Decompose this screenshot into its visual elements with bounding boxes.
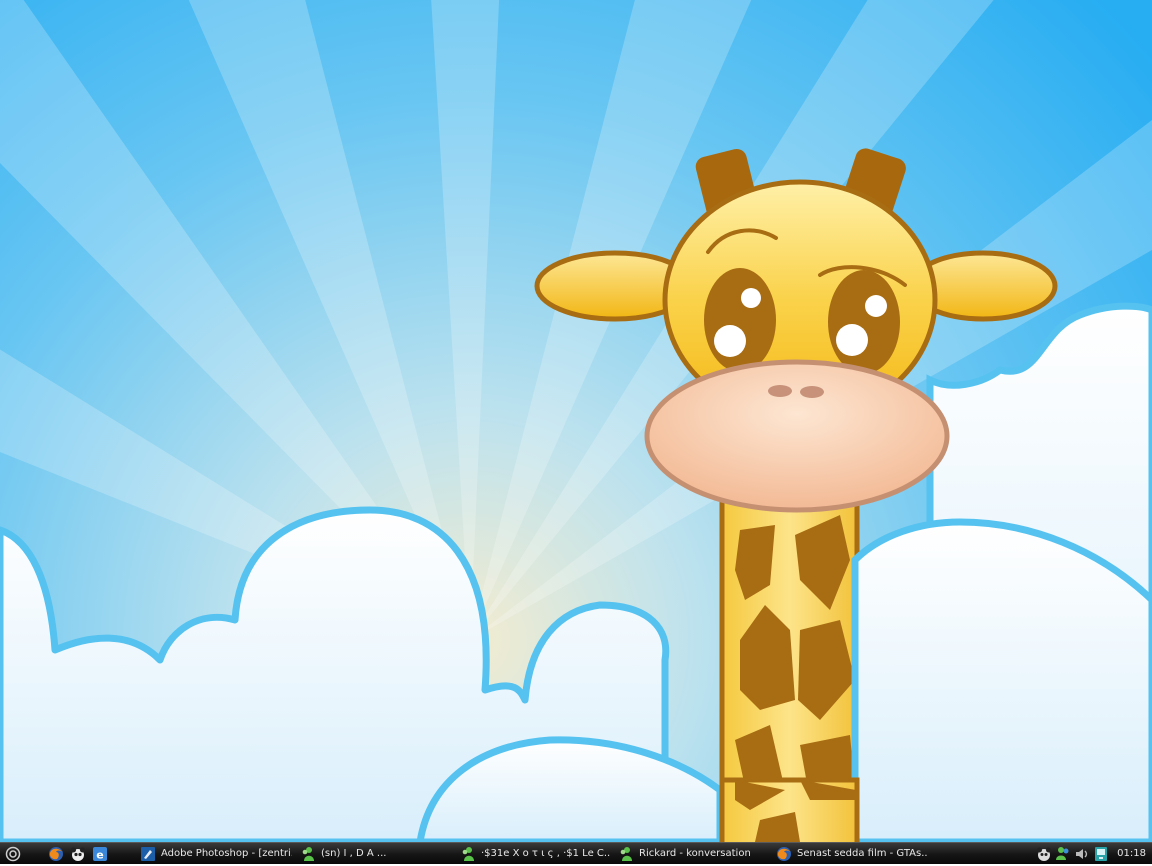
taskbar-button-1[interactable]: Adobe Photoshop - [zentri... xyxy=(136,843,296,864)
taskbar-button-label: ·$31e Χ ο τ ι ς , ·$1 Le C... xyxy=(481,848,610,859)
firefox-icon xyxy=(776,846,792,862)
svg-text:e: e xyxy=(96,848,103,861)
volume-tray-icon[interactable] xyxy=(1074,846,1090,862)
taskbar-button-3[interactable]: ·$31e Χ ο τ ι ς , ·$1 Le C... xyxy=(456,843,614,864)
clock[interactable]: 01:18 xyxy=(1117,848,1146,859)
panda-tray-icon[interactable] xyxy=(1036,846,1052,862)
messenger-icon xyxy=(618,846,634,862)
network-tray-icon[interactable] xyxy=(1093,846,1109,862)
giraffe-wallpaper-image xyxy=(0,0,1152,842)
panda-icon[interactable] xyxy=(70,846,86,862)
taskbar: e Adobe Photoshop - [zentri... (sn) I , D… xyxy=(0,842,1152,864)
internet-explorer-icon[interactable]: e xyxy=(92,846,108,862)
desktop-wallpaper xyxy=(0,0,1152,842)
taskbar-buttons: Adobe Photoshop - [zentri... (sn) I , D A… xyxy=(136,843,1036,864)
taskbar-button-5[interactable]: Senast sedda film - GTAs... xyxy=(772,843,932,864)
taskbar-button-4[interactable]: Rickard - konversation xyxy=(614,843,772,864)
taskbar-button-label: Senast sedda film - GTAs... xyxy=(797,848,928,859)
messenger-icon xyxy=(300,846,316,862)
firefox-icon[interactable] xyxy=(48,846,64,862)
taskbar-button-label: Adobe Photoshop - [zentri... xyxy=(161,848,292,859)
quick-launch: e xyxy=(48,846,108,862)
messenger-icon xyxy=(460,846,476,862)
start-orb-icon[interactable] xyxy=(4,845,22,863)
taskbar-button-2[interactable]: (sn) I , D A ... xyxy=(296,843,456,864)
system-tray: 01:18 xyxy=(1036,846,1152,862)
taskbar-button-label: (sn) I , D A ... xyxy=(321,848,387,859)
messenger-tray-icon[interactable] xyxy=(1055,846,1071,862)
photoshop-icon xyxy=(140,846,156,862)
taskbar-button-label: Rickard - konversation xyxy=(639,848,751,859)
